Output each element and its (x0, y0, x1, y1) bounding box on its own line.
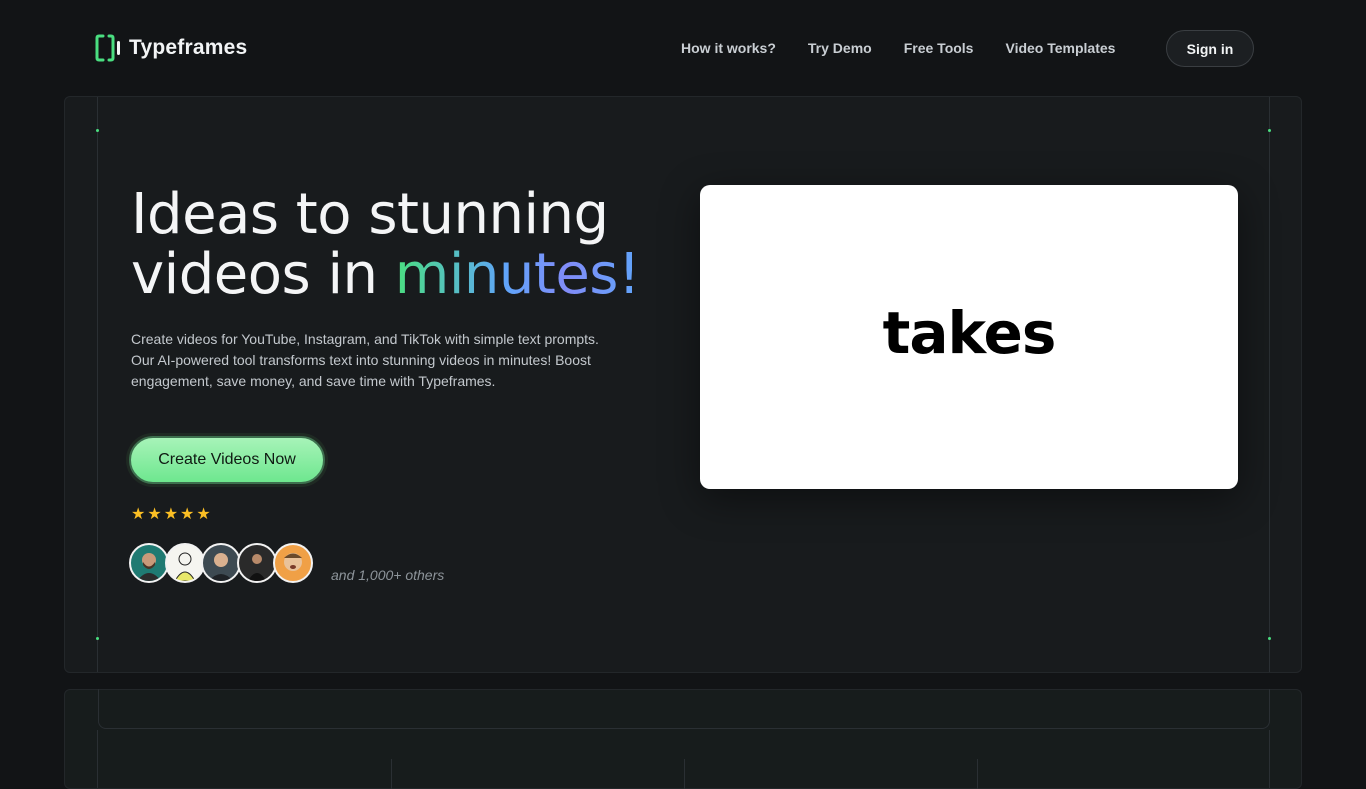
avatar (273, 543, 313, 583)
guide-line-left (97, 730, 98, 788)
brand-name: Typeframes (129, 36, 248, 59)
corner-dot (1268, 129, 1271, 132)
guide-line-right (1269, 97, 1270, 672)
nav-link-video-templates[interactable]: Video Templates (1005, 40, 1115, 56)
nav-link-how-it-works[interactable]: How it works? (681, 40, 776, 56)
logo-bracket-icon (95, 33, 121, 63)
social-proof-text: and 1,000+ others (331, 567, 445, 583)
star-icon: ★ (131, 506, 146, 523)
corner-dot (96, 637, 99, 640)
avatar (201, 543, 241, 583)
user-avatars (129, 543, 313, 583)
corner-dot (96, 129, 99, 132)
column-divider (684, 759, 685, 789)
brand-logo[interactable]: Typeframes (95, 33, 247, 63)
nav-link-free-tools[interactable]: Free Tools (904, 40, 974, 56)
features-frame (98, 689, 1270, 729)
nav-link-try-demo[interactable]: Try Demo (808, 40, 872, 56)
guide-line-left (97, 97, 98, 672)
corner-dot (1268, 637, 1271, 640)
headline-highlight: minutes! (394, 242, 641, 307)
create-videos-button[interactable]: Create Videos Now (129, 436, 325, 484)
top-navigation: Typeframes How it works? Try Demo Free T… (0, 0, 1366, 96)
nav-links: How it works? Try Demo Free Tools Video … (681, 40, 1115, 56)
avatar (129, 543, 169, 583)
sign-in-button[interactable]: Sign in (1166, 30, 1254, 67)
column-divider (391, 759, 392, 789)
star-icon: ★ (180, 506, 195, 523)
column-divider (977, 759, 978, 789)
rating-stars: ★ ★ ★ ★ ★ (131, 504, 211, 524)
hero-section: Ideas to stunning videos in minutes! Cre… (64, 96, 1302, 673)
avatar (237, 543, 277, 583)
guide-line-right (1269, 730, 1270, 788)
video-preview[interactable]: takes (700, 185, 1238, 489)
star-icon: ★ (196, 506, 211, 523)
avatar (165, 543, 205, 583)
features-section (64, 689, 1302, 789)
star-icon: ★ (147, 506, 162, 523)
video-preview-word: takes (882, 299, 1057, 367)
hero-description: Create videos for YouTube, Instagram, an… (131, 331, 599, 389)
star-icon: ★ (163, 506, 179, 523)
hero-headline: Ideas to stunning videos in minutes! (131, 185, 691, 305)
